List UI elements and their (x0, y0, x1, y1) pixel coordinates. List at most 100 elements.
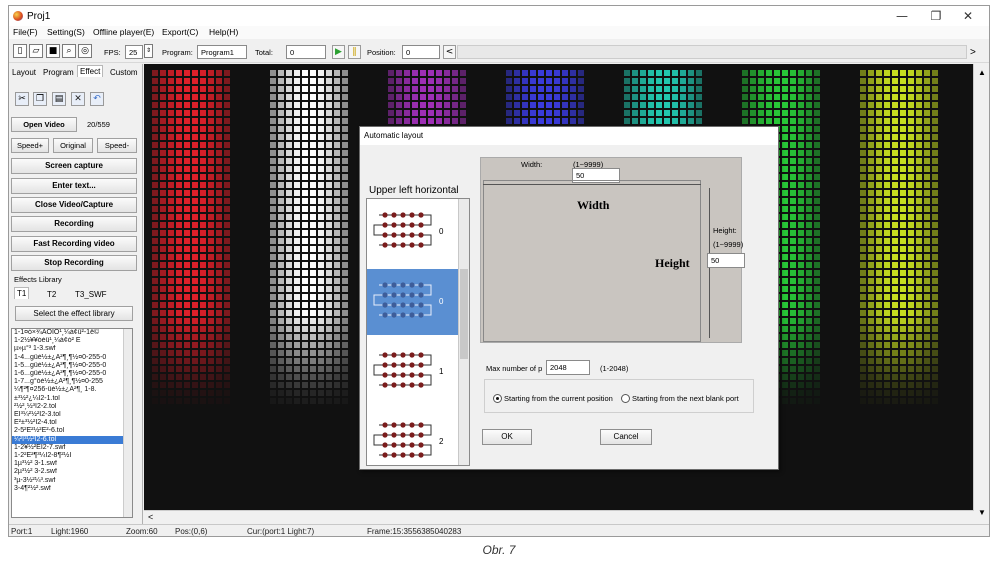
status-light: Light:1960 (51, 527, 89, 536)
wiring-pattern-list[interactable]: 0 0 1 2 (366, 198, 470, 466)
horizontal-scrollbar[interactable]: < (144, 510, 974, 524)
menu-offline-player[interactable]: Offline player(E) (93, 27, 154, 37)
zoom-icon[interactable]: ◎ (78, 44, 92, 58)
radio-next-blank-port[interactable] (621, 394, 630, 403)
open-folder-icon[interactable]: ▱ (29, 44, 43, 58)
left-panel: Layout Program Effect Custom ✂ ❐ ▤ ✕ ↶ O… (9, 64, 143, 526)
effect-list-item[interactable]: 3-4¶²½².swf (12, 485, 132, 493)
wiring-pattern-item[interactable]: 2 (367, 409, 459, 465)
effect-list-item[interactable]: µ»µ°³ 1-3.swf (12, 345, 132, 353)
radio-current-position[interactable] (493, 394, 502, 403)
snake-wiring-icon (373, 212, 432, 248)
screen-capture-button[interactable]: Screen capture (11, 158, 137, 174)
vertical-scrollbar[interactable]: ▲ ▼ (973, 64, 989, 526)
copy-icon[interactable]: ❐ (33, 92, 47, 106)
scroll-left-small-icon[interactable]: < (148, 512, 153, 522)
tab-t1[interactable]: T1 (14, 287, 30, 299)
scroll-down-icon[interactable]: ▼ (978, 508, 986, 517)
ok-button[interactable]: OK (482, 429, 532, 445)
effect-list-item[interactable]: 1-6...güè½±¿À²¶¸¶½¤0-255-0 (12, 370, 132, 378)
status-port: Port:1 (11, 527, 33, 536)
paste-icon[interactable]: ▤ (52, 92, 66, 106)
play-icon[interactable]: ▶ (332, 45, 345, 59)
fast-recording-button[interactable]: Fast Recording video (11, 236, 137, 252)
tab-t2[interactable]: T2 (45, 289, 58, 300)
effect-list-item[interactable]: 1-2²È²¶³¼Ï2-8¶²½Ï (12, 452, 132, 460)
scroll-up-icon[interactable]: ▲ (978, 68, 986, 77)
effect-list-item[interactable]: 2-5²È²½²È²-6.tol (12, 427, 132, 435)
search-icon[interactable]: ⌕ (62, 44, 76, 58)
menu-help[interactable]: Help(H) (209, 27, 238, 37)
effect-list[interactable]: 1-1¤ó×¾ÄÖÎÓ¹¸¼á¢û²-1ê© 1-2½¥¥óèü¹¸¼á¢ó² É… (11, 328, 133, 518)
fps-input[interactable]: 25 (125, 45, 143, 59)
total-input[interactable]: 0 (286, 45, 326, 59)
program-input[interactable]: Program1 (197, 45, 247, 59)
effect-list-item[interactable]: 2µ³½² 3-2.swf (12, 468, 132, 476)
effect-list-item[interactable]: 1-4...güè½±¿À²¶¸¶½¤0-255-0 (12, 354, 132, 362)
effect-list-item[interactable]: È²±³½²Ï2-4.tol (12, 419, 132, 427)
select-effect-library-button[interactable]: Select the effect library (15, 306, 133, 321)
effect-list-item[interactable]: ¼²Ï³½²Ï2-6.tol (12, 435, 132, 444)
menu-setting[interactable]: Setting(S) (47, 27, 85, 37)
window-title: Proj1 (27, 11, 51, 22)
effect-list-item[interactable]: ±³½²¿¼Ï2-1.tol (12, 395, 132, 403)
wiring-pattern-item[interactable]: 1 (367, 339, 459, 405)
tab-effect[interactable]: Effect (77, 65, 104, 77)
effect-list-item[interactable]: 1-5...güè½±¿À²¶¸¶½¤0-255-0 (12, 362, 132, 370)
recording-button[interactable]: Recording (11, 216, 137, 232)
restore-button[interactable]: ❐ (921, 8, 951, 24)
menu-export[interactable]: Export(C) (162, 27, 198, 37)
speed-original-button[interactable]: Original (53, 138, 93, 153)
effect-list-item[interactable]: 1µ³½² 3-1.swf (12, 460, 132, 468)
height-input[interactable]: 50 (707, 253, 745, 268)
snake-wiring-icon (373, 422, 432, 458)
max-number-input[interactable]: 2048 (546, 360, 590, 375)
radio-next-label: Starting from the next blank port (632, 394, 739, 403)
undo-icon[interactable]: ↶ (90, 92, 104, 106)
timeline-track[interactable] (457, 45, 967, 59)
effect-list-item[interactable]: ³µ-3½²¼³.swf (12, 477, 132, 485)
minimize-button[interactable]: — (887, 8, 917, 24)
program-label: Program: (162, 48, 193, 57)
pattern-number: 2 (439, 437, 444, 446)
wiring-pattern-item[interactable]: 0 (367, 199, 459, 265)
tab-layout[interactable]: Layout (10, 67, 38, 78)
effect-list-item[interactable]: 1-1¤ó×¾ÄÖÎÓ¹¸¼á¢û²-1ê© (12, 329, 132, 337)
delete-icon[interactable]: ✕ (71, 92, 85, 106)
fps-spinner-icon[interactable]: ⇕ (144, 44, 153, 58)
effect-list-item[interactable]: 1-2¥½²ÈÏ2-7.swf (12, 444, 132, 452)
stop-recording-button[interactable]: Stop Recording (11, 255, 137, 271)
close-video-capture-button[interactable]: Close Video/Capture (11, 197, 137, 213)
scroll-left-icon[interactable]: < (443, 45, 456, 59)
cut-icon[interactable]: ✂ (15, 92, 29, 106)
effect-list-item[interactable]: 1-2½¥¥óèü¹¸¼á¢ó² É (12, 337, 132, 345)
pause-icon[interactable]: ‖ (348, 45, 361, 59)
menu-file[interactable]: File(F) (13, 27, 38, 37)
effect-list-scrollbar[interactable] (123, 329, 132, 517)
effect-list-item[interactable]: ¼¶²¶¤256-üè½±¿À²¶¸ 1-8. (12, 386, 132, 394)
tab-program[interactable]: Program (41, 67, 76, 78)
figure-caption: Obr. 7 (482, 543, 516, 557)
new-file-icon[interactable]: ▯ (13, 44, 27, 58)
enter-text-button[interactable]: Enter text... (11, 178, 137, 194)
start-position-group: Starting from the current position Start… (484, 379, 754, 413)
tab-t3-swf[interactable]: T3_SWF (73, 289, 109, 300)
pattern-list-scrollbar[interactable] (458, 199, 469, 465)
save-icon[interactable]: ■ (46, 44, 60, 58)
effect-list-item[interactable]: ²½²¸½³Ï2-2.tol (12, 403, 132, 411)
tab-custom[interactable]: Custom (108, 67, 140, 78)
total-label: Total: (255, 48, 273, 57)
cancel-button[interactable]: Cancel (600, 429, 652, 445)
effect-list-item[interactable]: ÈÏ³¼²½²Ï2-3.tol (12, 411, 132, 419)
effect-list-item[interactable]: 1-7...g°óè½±¿À²¶¸¶½¤0-255 (12, 378, 132, 386)
open-video-button[interactable]: Open Video (11, 117, 77, 132)
close-button[interactable]: ✕ (953, 8, 983, 24)
status-pos: Pos:(0,6) (175, 527, 208, 536)
speed-down-button[interactable]: Speed- (97, 138, 137, 153)
speed-up-button[interactable]: Speed+ (11, 138, 49, 153)
height-caption: Height (655, 256, 690, 270)
position-input[interactable]: 0 (402, 45, 440, 59)
wiring-pattern-item[interactable]: 0 (367, 269, 459, 335)
scroll-right-icon[interactable]: > (970, 47, 976, 58)
width-label: Width: (521, 160, 543, 169)
